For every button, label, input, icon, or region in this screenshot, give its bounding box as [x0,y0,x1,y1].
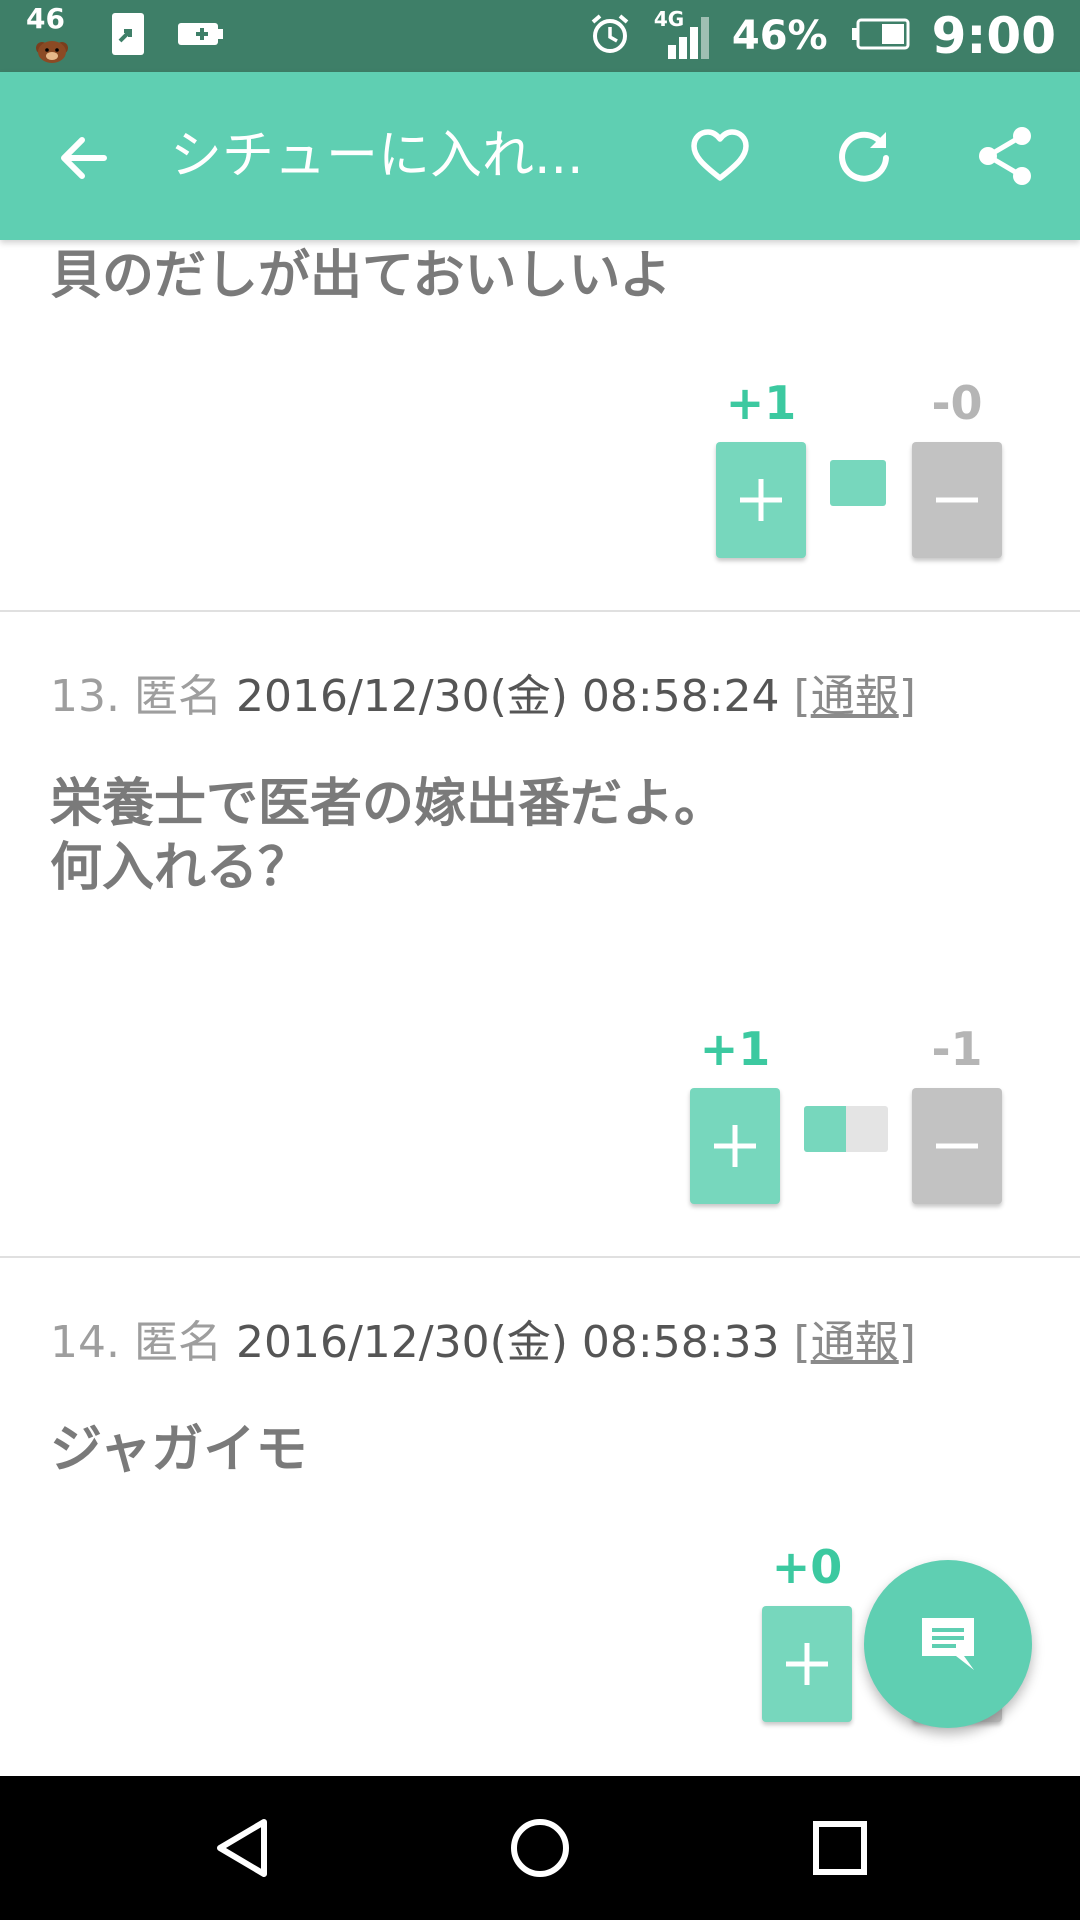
plus-icon [786,1643,828,1685]
minus-icon [936,1143,978,1149]
status-bar: 46 4G 46% 9:00 [0,0,1080,72]
report-label: 通報 [810,671,899,722]
comment-author: 匿名 [133,1317,222,1368]
battery-icon [850,17,910,55]
navigation-bar [0,1776,1080,1920]
bear-notification-icon: 46 [24,2,80,64]
app-bar: シチューに入れ... [0,72,1080,240]
comment-fab[interactable] [864,1560,1032,1728]
share-icon[interactable] [974,124,1038,188]
battery-charging-notification-icon [176,19,226,53]
comment-datetime: 2016/12/30(金) 08:58:24 [235,671,780,722]
comment-datetime: 2016/12/30(金) 08:58:33 [235,1317,780,1368]
vote-ratio-fill [804,1106,846,1152]
vote-ratio-bar [804,1106,888,1152]
plus-icon [714,1125,756,1167]
comment-meta: 13. 匿名 2016/12/30(金) 08:58:24 [通報] [50,660,916,724]
vote-ratio-bar [830,460,886,506]
report-link[interactable]: [通報] [794,671,916,722]
plus-count: +1 [725,376,797,430]
page-title: シチューに入れ... [170,126,584,186]
comment-meta: 14. 匿名 2016/12/30(金) 08:58:33 [通報] [50,1306,916,1370]
notification-badge: 46 [26,2,65,35]
minus-count: -0 [931,376,983,430]
comment-body: 貝のだしが出ておいしいよ [50,246,672,306]
comment-body: 栄養士で医者の嫁出番だよ。 何入れる？ [50,774,727,898]
signal-icon: 4G [654,7,710,61]
refresh-icon[interactable] [832,124,896,188]
alarm-icon [588,12,632,60]
minus-count: -1 [931,1022,983,1076]
vote-ratio-fill [830,460,886,506]
heart-icon[interactable] [688,124,752,188]
plus-icon [740,479,782,521]
report-link[interactable]: [通報] [794,1317,916,1368]
cast-notification-icon [108,11,148,61]
comment-body: ジャガイモ [50,1420,308,1480]
list-item: 13. 匿名 2016/12/30(金) 08:58:24 [通報] 栄養士で医… [0,612,1080,1256]
clock: 9:00 [931,7,1056,65]
status-bar-system: 4G 46% 9:00 [588,0,1056,72]
minus-button[interactable] [912,1088,1002,1204]
comment-number: 13. [50,671,120,722]
plus-button[interactable] [690,1088,780,1204]
plus-button[interactable] [762,1606,852,1722]
plus-count: +0 [771,1540,843,1594]
comment-number: 14. [50,1317,120,1368]
comment-author: 匿名 [133,671,222,722]
recents-nav-icon[interactable] [804,1812,876,1884]
minus-icon [936,497,978,503]
home-nav-icon[interactable] [504,1812,576,1884]
comment-list[interactable]: 貝のだしが出ておいしいよ +1 -0 13. 匿名 2016/12/30(金) … [0,240,1080,1776]
report-label: 通報 [810,1317,899,1368]
plus-count: +1 [699,1022,771,1076]
back-nav-icon[interactable] [206,1812,278,1884]
comment-icon [922,1618,974,1670]
arrow-left-icon[interactable] [52,126,116,190]
plus-button[interactable] [716,442,806,558]
minus-button[interactable] [912,442,1002,558]
status-bar-notifications: 46 [24,2,226,64]
battery-percent: 46% [731,13,828,59]
list-item: 貝のだしが出ておいしいよ +1 -0 [0,240,1080,611]
